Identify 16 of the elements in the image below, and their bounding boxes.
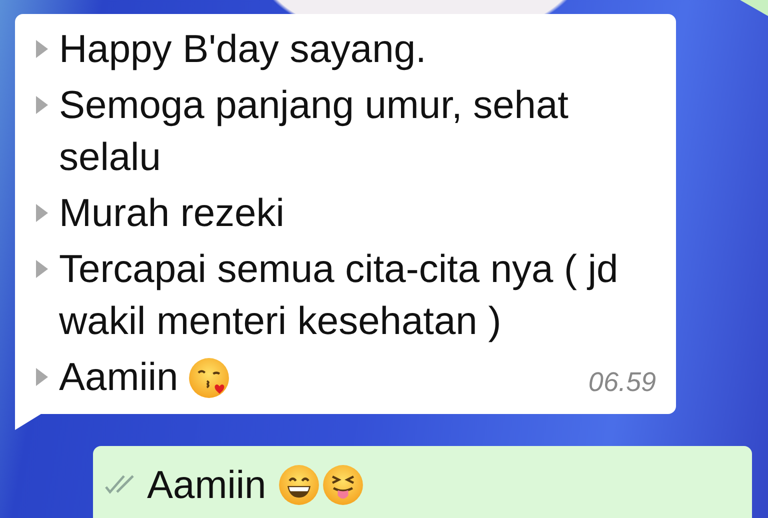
message-text: Semoga panjang umur, sehat selalu xyxy=(59,83,570,181)
message-time: 06.59 xyxy=(588,367,656,399)
triangle-icon xyxy=(35,259,49,279)
message-text: Happy B'day sayang. xyxy=(59,27,426,73)
bubble-tail xyxy=(740,0,768,16)
triangle-icon xyxy=(35,39,49,59)
message-text: Tercapai semua cita-cita nya ( jd wakil menteri kesehatan ) xyxy=(59,247,620,345)
tongue-face-icon xyxy=(322,464,364,506)
triangle-icon xyxy=(35,95,49,115)
triangle-icon xyxy=(35,203,49,223)
message-text: Aamiin xyxy=(147,463,266,509)
message-text: Murah rezeki xyxy=(59,191,284,237)
message-text: Aamiin xyxy=(59,355,178,401)
kissing-face-icon xyxy=(188,357,230,399)
triangle-icon xyxy=(35,367,49,387)
grinning-face-icon xyxy=(278,464,320,506)
